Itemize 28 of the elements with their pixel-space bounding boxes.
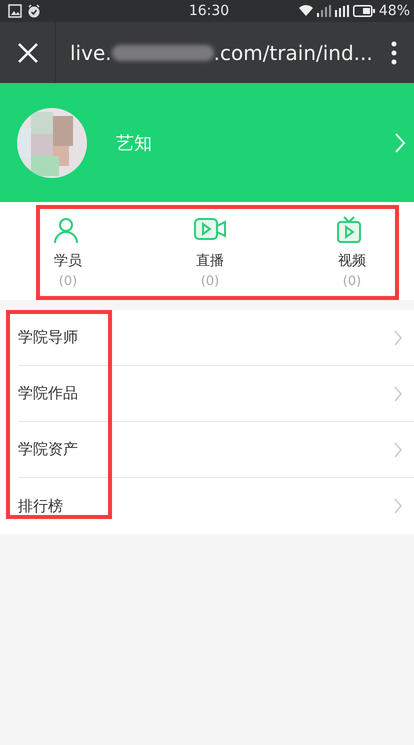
stat-label[interactable]: 直播 <box>196 252 224 270</box>
url-text: .com/train/ind... <box>214 40 373 64</box>
stat-count: (0) <box>200 274 220 289</box>
menu-item[interactable]: 学院导师 <box>18 310 414 366</box>
signal-icon <box>316 5 331 17</box>
close-icon <box>16 42 38 64</box>
menu-item[interactable]: 学院资产 <box>18 422 414 478</box>
stat-label[interactable]: 学员 <box>54 252 82 270</box>
battery-percent: 48% <box>378 3 410 19</box>
alarm-icon <box>27 4 41 18</box>
more-icon <box>391 40 397 64</box>
chevron-icon <box>394 386 402 402</box>
chevron-icon <box>394 498 402 514</box>
signal-icon <box>334 5 349 17</box>
stat-count: (0) <box>342 274 362 289</box>
profile-name: 艺知 <box>116 132 153 154</box>
battery-icon <box>352 5 375 17</box>
chevron-icon <box>394 132 406 154</box>
menu-item[interactable]: 排行榜 <box>18 478 414 534</box>
gallery-icon <box>8 4 22 18</box>
url-text: live. <box>70 40 112 64</box>
menu-item[interactable]: 学院作品 <box>18 366 414 422</box>
clock-time: 16:30 <box>188 3 230 19</box>
chevron-icon <box>394 330 402 346</box>
stat-count: (0) <box>58 274 78 289</box>
stat-label[interactable]: 视频 <box>338 252 366 270</box>
wifi-icon <box>298 5 313 17</box>
chevron-icon <box>394 442 402 458</box>
